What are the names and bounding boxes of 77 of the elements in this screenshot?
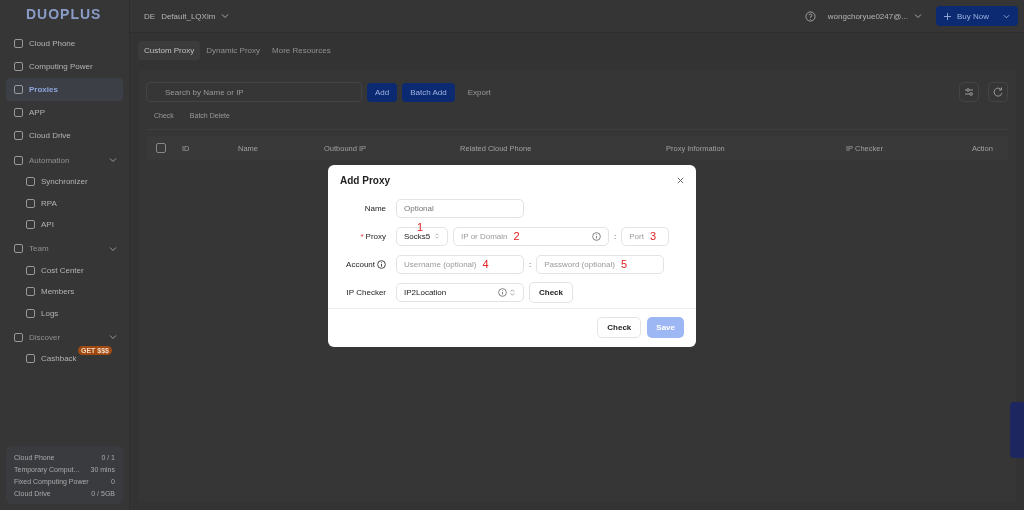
field-label: Proxy xyxy=(365,231,386,241)
close-icon[interactable] xyxy=(677,177,684,184)
team-code: DE xyxy=(144,11,156,21)
host-field[interactable]: IP or Domain 2 xyxy=(453,226,609,246)
nav-icon xyxy=(26,354,35,364)
sidebar-group[interactable]: Discover xyxy=(29,332,61,342)
sidebar-group[interactable]: Team xyxy=(29,244,49,253)
dialog-title: Add Proxy xyxy=(340,175,390,186)
brand-logo: DUOPLUS xyxy=(25,6,103,24)
nav-icon xyxy=(26,177,35,187)
annotation-number: 3 xyxy=(649,230,657,242)
field-label: Name xyxy=(363,203,386,213)
buy-now-button[interactable]: Buy Now xyxy=(936,6,1018,26)
nav-icon xyxy=(26,287,35,297)
chevron-icon[interactable] xyxy=(109,333,117,341)
sidebar-item[interactable]: Members xyxy=(41,287,75,297)
team-selector[interactable]: Default_LQXlm xyxy=(161,11,216,21)
chevron-icon[interactable] xyxy=(221,12,230,20)
nav-icon xyxy=(14,85,23,94)
annotation-number: 5 xyxy=(620,258,628,270)
chevron-icon[interactable] xyxy=(1003,12,1010,20)
sidebar-item[interactable]: Cloud Phone xyxy=(6,32,123,55)
name-field[interactable]: Optional xyxy=(396,198,524,218)
sidebar-item[interactable]: Computing Power xyxy=(6,55,123,78)
nav-icon xyxy=(14,39,23,48)
sidebar-group[interactable]: Automation xyxy=(29,155,70,165)
field-label: Account xyxy=(346,259,375,269)
separator-colon: : xyxy=(614,231,617,241)
check-button[interactable]: Check xyxy=(529,281,573,303)
nav-icon xyxy=(14,131,23,140)
required-mark: * xyxy=(360,231,364,241)
nav-icon xyxy=(26,265,35,275)
chevron-icon[interactable] xyxy=(109,244,117,253)
group-icon xyxy=(14,244,23,253)
group-icon xyxy=(14,155,23,165)
filter-icon[interactable] xyxy=(959,82,979,102)
chevron-icon[interactable] xyxy=(109,156,117,164)
sidebar-item[interactable]: APP xyxy=(6,101,123,124)
nav-icon xyxy=(26,308,35,318)
tab[interactable]: Dynamic Proxy xyxy=(200,41,267,60)
annotation-number: 2 xyxy=(513,230,520,242)
info-icon xyxy=(592,231,601,241)
separator-colon: : xyxy=(529,259,532,269)
info-icon xyxy=(377,259,386,269)
annotation-number: 4 xyxy=(482,258,489,270)
field-label: IP Checker xyxy=(345,287,386,297)
info-and-arrows-icon xyxy=(498,287,516,297)
batch-add-button[interactable]: Batch Add xyxy=(402,82,455,102)
port-field[interactable]: Port 3 xyxy=(621,226,670,246)
tab[interactable]: Custom Proxy xyxy=(138,41,201,60)
add-button[interactable]: Add xyxy=(367,82,398,102)
check-button[interactable]: Check xyxy=(597,317,642,338)
sidebar-item[interactable]: Cloud Drive xyxy=(6,124,123,147)
tab[interactable]: More Resources xyxy=(266,41,337,60)
sidebar-item[interactable]: Cost Center xyxy=(41,265,84,275)
plus-icon xyxy=(944,12,951,20)
nav-icon xyxy=(26,220,35,230)
sort-arrows-icon xyxy=(434,232,440,240)
sidebar-item[interactable]: Logs xyxy=(41,308,59,318)
refresh-icon[interactable] xyxy=(988,82,1008,102)
chevron-icon[interactable] xyxy=(914,12,922,20)
group-icon xyxy=(14,332,23,342)
sidebar-item[interactable]: Proxies xyxy=(6,78,123,101)
search-field[interactable]: Search by Name or IP xyxy=(146,82,362,102)
sidebar-item[interactable]: API xyxy=(41,220,54,230)
select-all-checkbox[interactable] xyxy=(156,143,166,153)
account-menu[interactable]: wongchoryue0247@... xyxy=(827,11,908,21)
sidebar-item[interactable]: Cashback xyxy=(41,354,77,364)
nav-icon xyxy=(14,108,23,117)
password-field[interactable]: Password (optional) 5 xyxy=(536,254,665,274)
username-field[interactable]: Username (optional) 4 xyxy=(396,254,524,274)
ip-checker-select[interactable]: IP2Location xyxy=(396,282,524,302)
sidebar-item[interactable]: RPA xyxy=(41,198,57,208)
nav-icon xyxy=(26,198,35,208)
nav-icon xyxy=(14,62,23,71)
help-icon[interactable] xyxy=(804,10,816,22)
sidebar-item[interactable]: Synchronizer xyxy=(41,177,88,187)
